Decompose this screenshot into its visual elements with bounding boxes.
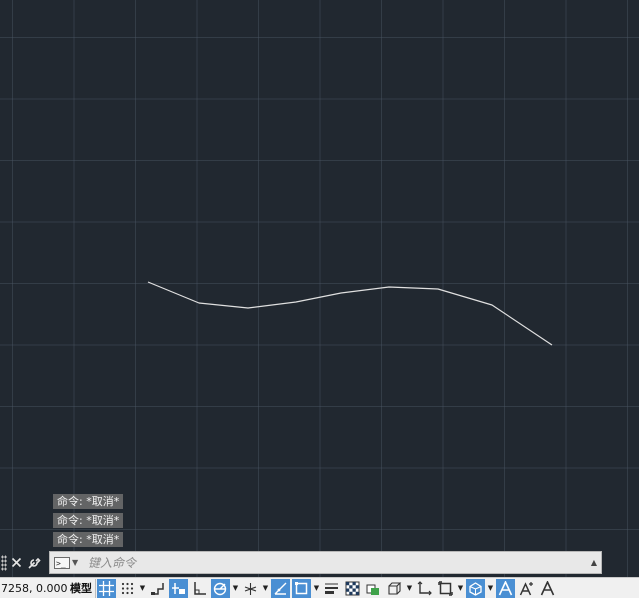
lineweight-button[interactable] — [322, 579, 341, 598]
chevron-down-icon[interactable]: ▼ — [72, 558, 80, 567]
auto-scale-icon — [519, 581, 533, 595]
command-history-line: 命令: *取消* — [53, 494, 124, 509]
chevron-down-icon[interactable]: ▼ — [456, 584, 465, 592]
isodraft-icon — [244, 582, 257, 595]
isodraft-button[interactable] — [241, 579, 260, 598]
chevron-down-icon[interactable]: ▼ — [486, 584, 495, 592]
3d-object-snap-button[interactable] — [385, 579, 404, 598]
dynamic-input-button[interactable] — [169, 578, 188, 598]
object-snap-icon — [295, 581, 308, 594]
object-snap-button[interactable] — [292, 578, 311, 598]
drawing-canvas[interactable]: 命令: *取消* 命令: *取消* 命令: *取消* >_ ▼ ▲ — [0, 0, 639, 577]
lineweight-icon — [325, 583, 338, 594]
snap-mode-button[interactable] — [118, 579, 137, 598]
ortho-icon — [194, 581, 206, 595]
grid-display-button[interactable] — [97, 578, 116, 598]
3d-osnap-icon — [388, 581, 402, 595]
command-history-line: 命令: *取消* — [53, 513, 124, 528]
annotation-visibility-button[interactable] — [496, 578, 515, 598]
selection-filter-button[interactable] — [436, 579, 455, 598]
polar-icon — [213, 582, 227, 595]
annotation-icon — [498, 580, 513, 595]
dynamic-input-icon — [172, 582, 185, 594]
chevron-down-icon[interactable]: ▼ — [261, 584, 270, 592]
annotation-scale-icon — [540, 580, 555, 595]
ortho-mode-button[interactable] — [190, 579, 209, 598]
gizmo-icon — [469, 581, 482, 596]
chevron-down-icon[interactable]: ▼ — [312, 584, 321, 592]
model-space-button[interactable]: 模型 — [67, 578, 96, 598]
transparency-button[interactable] — [343, 579, 362, 598]
wrench-icon[interactable] — [25, 553, 43, 573]
chevron-down-icon[interactable]: ▼ — [405, 584, 414, 592]
coordinate-readout[interactable]: 7258, 0.0000 — [0, 582, 67, 595]
auto-scale-button[interactable] — [517, 579, 536, 598]
drawing-svg[interactable] — [0, 0, 639, 577]
command-history-line: 命令: *取消* — [53, 532, 124, 547]
transparency-icon — [345, 581, 360, 595]
infer-constraints-icon — [151, 582, 164, 595]
command-prompt-icon[interactable]: >_ — [54, 556, 70, 569]
chevron-up-icon[interactable]: ▲ — [587, 558, 601, 567]
infer-constraints-button[interactable] — [148, 579, 167, 598]
annotation-scale-button[interactable] — [538, 579, 557, 598]
snap-tracking-icon — [274, 582, 287, 595]
snap-dots-icon — [121, 582, 134, 594]
selection-cycling-button[interactable] — [364, 579, 383, 598]
command-input[interactable] — [88, 553, 587, 572]
dynamic-ucs-button[interactable] — [415, 579, 434, 598]
polar-tracking-button[interactable] — [211, 578, 230, 598]
object-snap-tracking-button[interactable] — [271, 578, 290, 598]
selection-filter-icon — [438, 580, 453, 596]
selection-cycling-icon — [366, 584, 379, 595]
grid-icon — [99, 580, 114, 596]
chevron-down-icon[interactable]: ▼ — [231, 584, 240, 592]
command-input-field[interactable]: >_ ▼ ▲ — [49, 551, 602, 574]
status-bar: 7258, 0.0000 模型 ▼ ▼ — [0, 577, 639, 598]
command-history: 命令: *取消* 命令: *取消* 命令: *取消* — [53, 494, 124, 547]
command-line-bar: >_ ▼ ▲ — [0, 551, 602, 574]
gizmo-button[interactable] — [466, 578, 485, 598]
polyline-entity[interactable] — [147, 281, 553, 346]
close-icon[interactable] — [7, 553, 25, 573]
dynamic-ucs-icon — [417, 580, 432, 595]
chevron-down-icon[interactable]: ▼ — [138, 584, 147, 592]
